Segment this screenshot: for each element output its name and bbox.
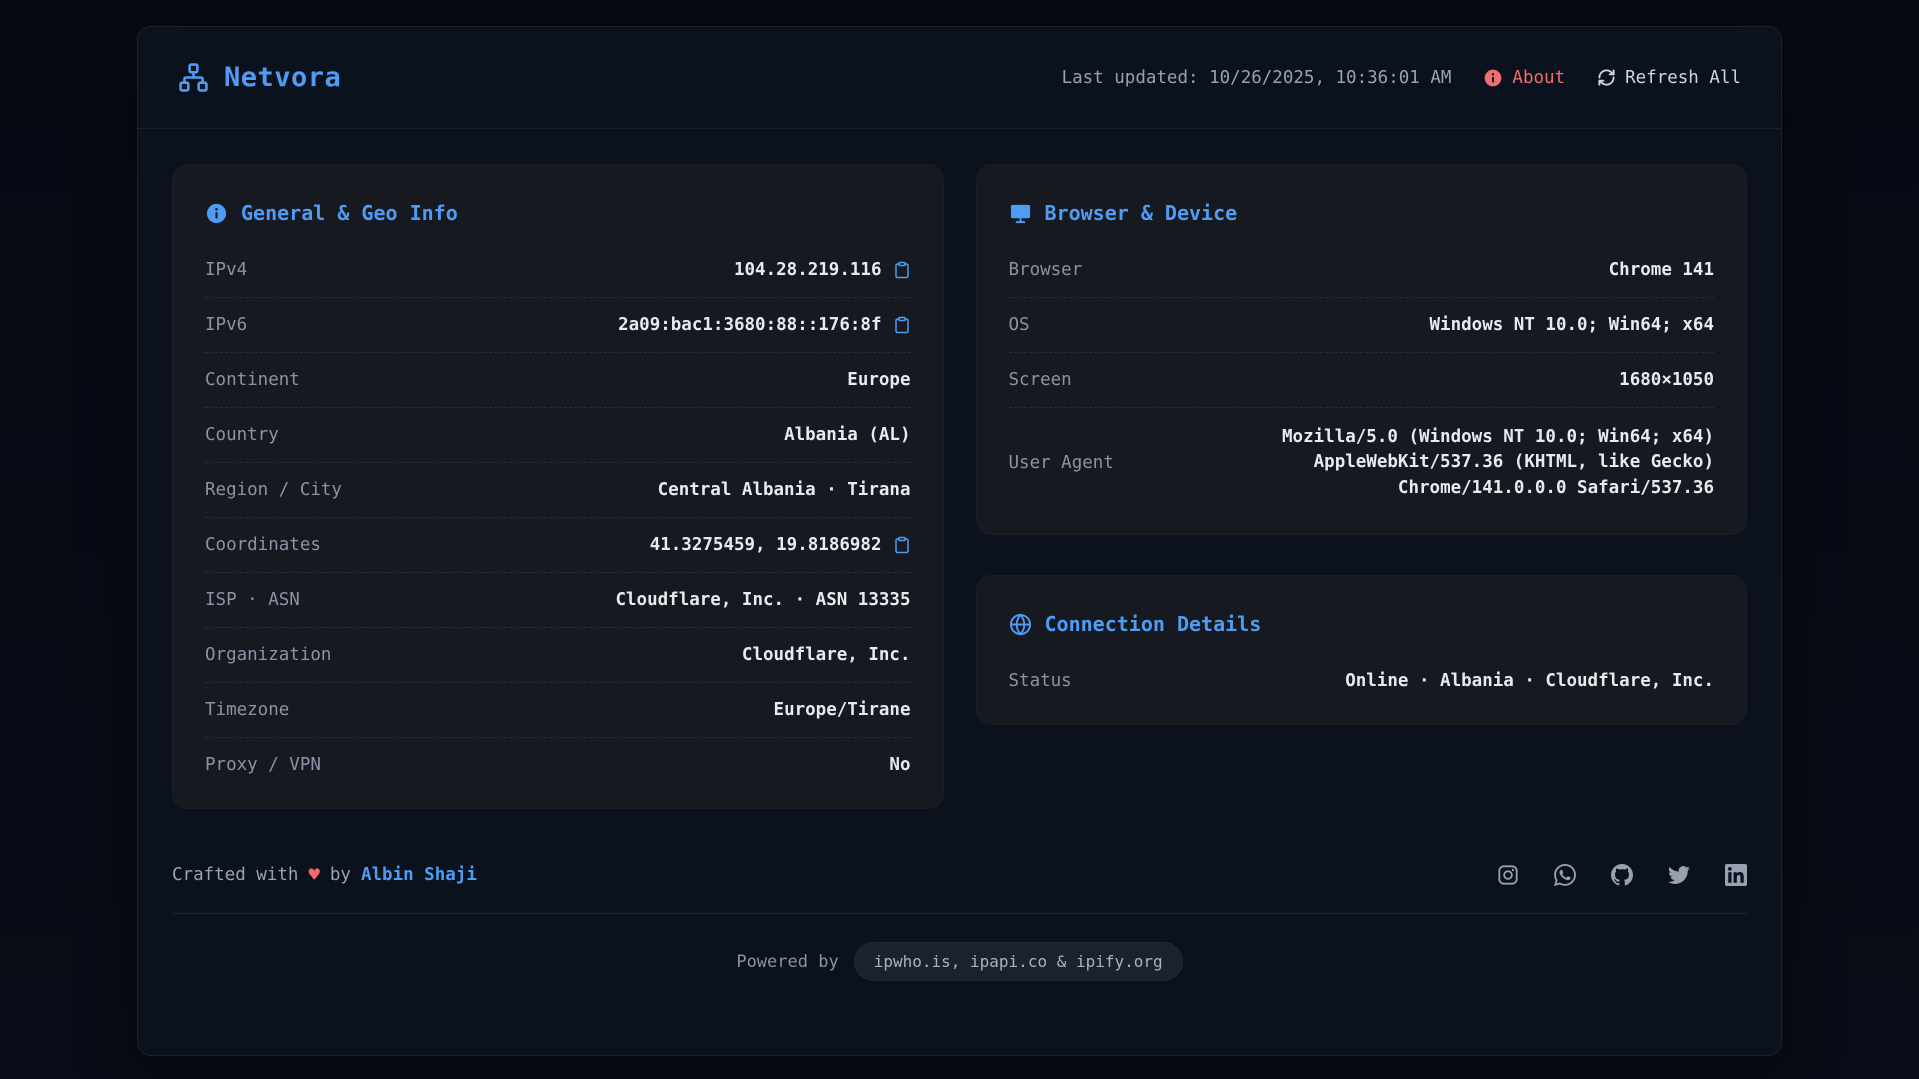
header-actions: Last updated: 10/26/2025, 10:36:01 AM Ab… bbox=[1062, 68, 1741, 88]
social-links bbox=[1497, 864, 1747, 886]
info-circle-icon bbox=[1483, 68, 1503, 88]
table-row: IPv6 2a09:bac1:3680:88::176:8f bbox=[205, 298, 911, 353]
instagram-icon[interactable] bbox=[1497, 864, 1519, 886]
row-label: Region / City bbox=[205, 480, 342, 500]
network-logo-icon bbox=[178, 62, 209, 93]
clipboard-icon bbox=[893, 261, 911, 279]
last-updated-text: Last updated: 10/26/2025, 10:36:01 AM bbox=[1062, 68, 1452, 88]
powered-by-row: Powered by ipwho.is, ipapi.co & ipify.or… bbox=[138, 914, 1781, 1011]
copy-coordinates-button[interactable] bbox=[893, 536, 911, 554]
row-label: User Agent bbox=[1009, 453, 1114, 473]
card-title-text: Browser & Device bbox=[1045, 201, 1238, 225]
browser-device-title: Browser & Device bbox=[1009, 195, 1715, 243]
user-agent-value: Mozilla/5.0 (Windows NT 10.0; Win64; x64… bbox=[1244, 425, 1714, 501]
card-title-text: Connection Details bbox=[1045, 612, 1262, 636]
row-label: Status bbox=[1009, 671, 1072, 691]
header: Netvora Last updated: 10/26/2025, 10:36:… bbox=[138, 27, 1781, 129]
row-value: Central Albania · Tirana bbox=[658, 480, 911, 500]
row-value: Cloudflare, Inc. bbox=[742, 645, 911, 665]
row-value: 104.28.219.116 bbox=[734, 260, 911, 280]
row-label: Organization bbox=[205, 645, 331, 665]
powered-by-badge: ipwho.is, ipapi.co & ipify.org bbox=[854, 942, 1183, 981]
footer: Crafted with ♥ by Albin Shaji bbox=[138, 843, 1781, 907]
about-button[interactable]: About bbox=[1483, 68, 1565, 88]
row-value: No bbox=[889, 755, 910, 775]
row-label: Browser bbox=[1009, 260, 1083, 280]
table-row: Country Albania (AL) bbox=[205, 408, 911, 463]
row-label: Country bbox=[205, 425, 279, 445]
copy-ipv4-button[interactable] bbox=[893, 261, 911, 279]
row-value: Chrome 141 bbox=[1609, 260, 1714, 280]
about-label: About bbox=[1512, 68, 1565, 88]
table-row: ISP · ASN Cloudflare, Inc. · ASN 13335 bbox=[205, 573, 911, 628]
row-value: Albania (AL) bbox=[784, 425, 910, 445]
crafted-by: by bbox=[330, 865, 351, 885]
globe-icon bbox=[1009, 613, 1032, 636]
table-row: Coordinates 41.3275459, 19.8186982 bbox=[205, 518, 911, 573]
row-value: 1680×1050 bbox=[1619, 370, 1714, 390]
right-column: Browser & Device Browser Chrome 141 OS W… bbox=[976, 164, 1748, 725]
connection-details-card: Connection Details Status Online · Alban… bbox=[976, 575, 1748, 725]
monitor-icon bbox=[1009, 202, 1032, 225]
row-label: IPv6 bbox=[205, 315, 247, 335]
twitter-icon[interactable] bbox=[1668, 864, 1690, 886]
heart-icon: ♥ bbox=[308, 864, 319, 886]
copy-ipv6-button[interactable] bbox=[893, 316, 911, 334]
github-icon[interactable] bbox=[1611, 864, 1633, 886]
row-value: 2a09:bac1:3680:88::176:8f bbox=[618, 315, 910, 335]
row-value: Europe/Tirane bbox=[774, 700, 911, 720]
ipv6-value: 2a09:bac1:3680:88::176:8f bbox=[618, 315, 881, 335]
status-value: Online · Albania · Cloudflare, Inc. bbox=[1345, 671, 1714, 691]
table-row: Organization Cloudflare, Inc. bbox=[205, 628, 911, 683]
row-value: Europe bbox=[847, 370, 910, 390]
table-row: Screen 1680×1050 bbox=[1009, 353, 1715, 408]
row-label: Proxy / VPN bbox=[205, 755, 321, 775]
table-row: IPv4 104.28.219.116 bbox=[205, 243, 911, 298]
table-row: Timezone Europe/Tirane bbox=[205, 683, 911, 738]
geo-info-card: General & Geo Info IPv4 104.28.219.116 I… bbox=[172, 164, 944, 809]
table-row: Region / City Central Albania · Tirana bbox=[205, 463, 911, 518]
table-row: User Agent Mozilla/5.0 (Windows NT 10.0;… bbox=[1009, 408, 1715, 518]
powered-by-label: Powered by bbox=[736, 952, 838, 972]
table-row: Continent Europe bbox=[205, 353, 911, 408]
connection-details-title: Connection Details bbox=[1009, 606, 1715, 654]
clipboard-icon bbox=[893, 316, 911, 334]
main-card: Netvora Last updated: 10/26/2025, 10:36:… bbox=[137, 26, 1782, 1056]
row-label: ISP · ASN bbox=[205, 590, 300, 610]
row-label: IPv4 bbox=[205, 260, 247, 280]
row-label: Coordinates bbox=[205, 535, 321, 555]
row-label: Screen bbox=[1009, 370, 1072, 390]
table-row: OS Windows NT 10.0; Win64; x64 bbox=[1009, 298, 1715, 353]
author-link[interactable]: Albin Shaji bbox=[361, 865, 477, 885]
row-label: Timezone bbox=[205, 700, 289, 720]
card-title-text: General & Geo Info bbox=[241, 201, 458, 225]
refresh-all-label: Refresh All bbox=[1625, 68, 1741, 88]
refresh-all-button[interactable]: Refresh All bbox=[1597, 68, 1741, 88]
geo-info-title: General & Geo Info bbox=[205, 195, 911, 243]
crafted-text: Crafted with ♥ by Albin Shaji bbox=[172, 864, 477, 886]
whatsapp-icon[interactable] bbox=[1554, 864, 1576, 886]
linkedin-icon[interactable] bbox=[1725, 864, 1747, 886]
refresh-icon bbox=[1597, 68, 1616, 87]
crafted-prefix: Crafted with bbox=[172, 865, 298, 885]
row-value: 41.3275459, 19.8186982 bbox=[650, 535, 911, 555]
row-value: Windows NT 10.0; Win64; x64 bbox=[1430, 315, 1714, 335]
browser-device-card: Browser & Device Browser Chrome 141 OS W… bbox=[976, 164, 1748, 535]
clipboard-icon bbox=[893, 536, 911, 554]
row-value: Cloudflare, Inc. · ASN 13335 bbox=[615, 590, 910, 610]
table-row: Status Online · Albania · Cloudflare, In… bbox=[1009, 654, 1715, 708]
content-grid: General & Geo Info IPv4 104.28.219.116 I… bbox=[138, 129, 1781, 809]
app-title: Netvora bbox=[224, 62, 341, 93]
row-label: OS bbox=[1009, 315, 1030, 335]
row-label: Continent bbox=[205, 370, 300, 390]
table-row: Proxy / VPN No bbox=[205, 738, 911, 792]
info-circle-icon bbox=[205, 202, 228, 225]
coordinates-value: 41.3275459, 19.8186982 bbox=[650, 535, 882, 555]
ipv4-value: 104.28.219.116 bbox=[734, 260, 882, 280]
table-row: Browser Chrome 141 bbox=[1009, 243, 1715, 298]
brand: Netvora bbox=[178, 62, 341, 93]
